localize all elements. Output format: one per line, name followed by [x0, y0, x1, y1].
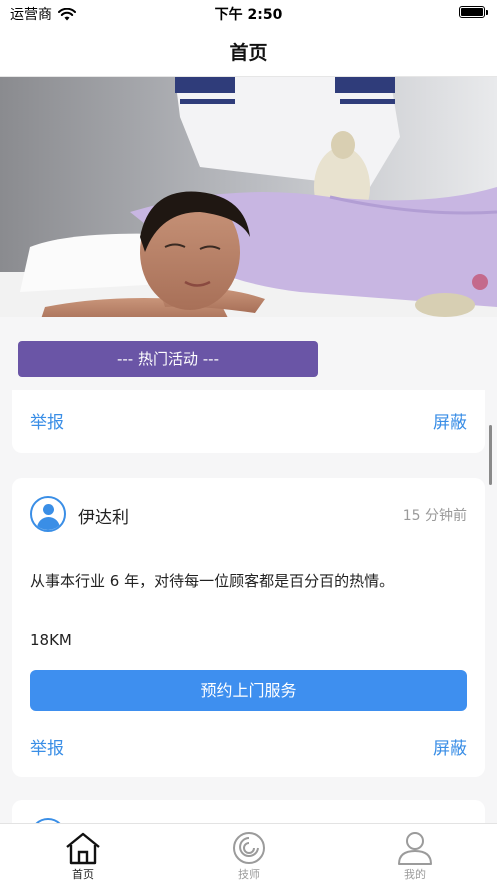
tab-label: 技师 [238, 868, 260, 881]
worker-card-previous: 举报 屏蔽 [12, 390, 485, 453]
report-link[interactable]: 举报 [30, 408, 64, 433]
tab-bar: 首页 技师 我的 [0, 823, 497, 884]
block-link[interactable]: 屏蔽 [433, 408, 467, 433]
worker-card: 伊达利 15 分钟前 从事本行业 6 年，对待每一位顾客都是百分百的热情。 18… [12, 478, 485, 777]
tab-home[interactable]: 首页 [0, 824, 166, 884]
worker-name: 伊达利 [78, 508, 129, 528]
technician-icon [233, 832, 265, 864]
worker-description: 从事本行业 6 年，对待每一位顾客都是百分百的热情。 [30, 572, 395, 590]
scroll-indicator[interactable] [489, 425, 492, 485]
massage-photo [0, 77, 497, 317]
navigation-bar: 首页 [0, 28, 497, 77]
profile-icon [398, 832, 432, 865]
post-time: 15 分钟前 [402, 508, 467, 524]
report-link[interactable]: 举报 [30, 734, 64, 759]
tab-profile[interactable]: 我的 [332, 824, 497, 884]
page-title: 首页 [229, 42, 268, 64]
tab-technician[interactable]: 技师 [166, 824, 332, 884]
block-link[interactable]: 屏蔽 [433, 734, 467, 759]
avatar-icon[interactable] [30, 496, 66, 532]
distance-label: 18KM [30, 631, 72, 649]
tab-label: 首页 [72, 868, 94, 881]
home-icon [66, 832, 100, 865]
status-bar: 运营商 下午 2:50 [0, 0, 497, 28]
section-title-bar: --- 热门活动 --- [18, 341, 318, 377]
tab-label: 我的 [404, 868, 426, 881]
clock: 下午 2:50 [214, 7, 283, 23]
battery-icon [459, 6, 488, 18]
banner-image[interactable] [0, 77, 497, 317]
book-service-button[interactable]: 预约上门服务 [30, 670, 467, 711]
